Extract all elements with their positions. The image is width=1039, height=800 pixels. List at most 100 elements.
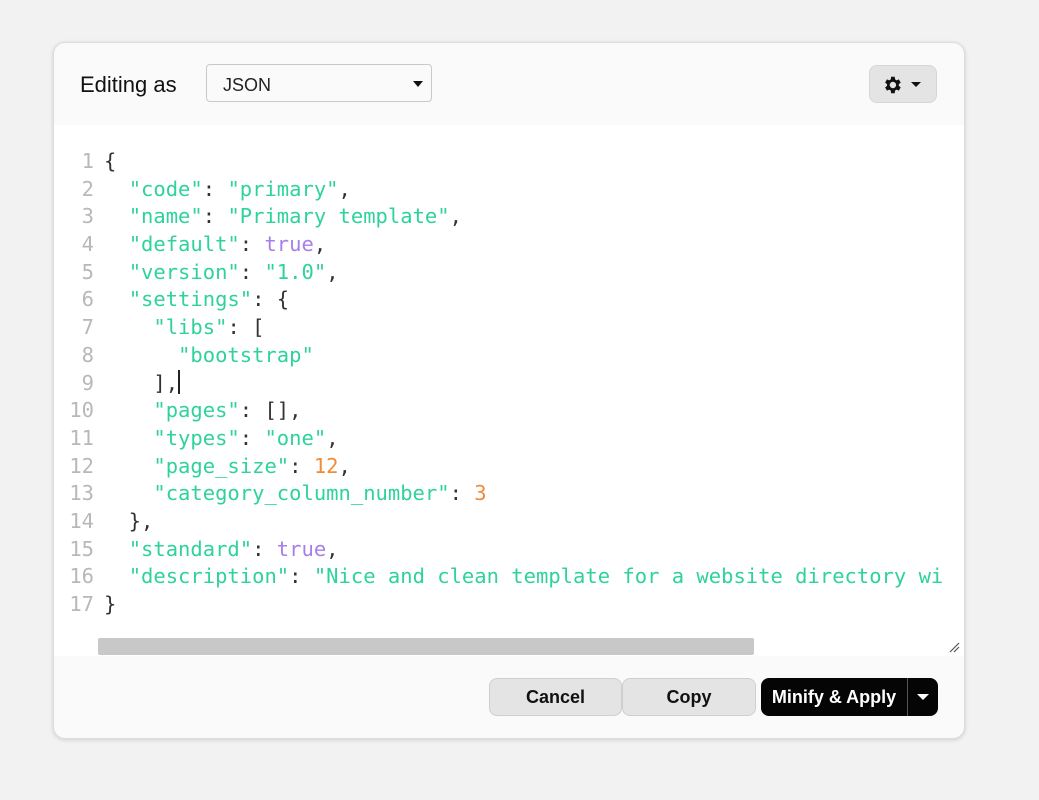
code-token: , bbox=[338, 453, 351, 478]
code-token: "1.0" bbox=[264, 259, 327, 284]
line-number: 4 bbox=[81, 232, 94, 257]
line-number: 17 bbox=[69, 592, 94, 616]
line-number: 12 bbox=[69, 453, 94, 478]
code-token: : bbox=[289, 564, 314, 589]
line-number: 15 bbox=[69, 536, 94, 561]
code-lines: 1{2 "code": "primary", 3 "name": "Primary… bbox=[54, 148, 943, 619]
code-token: "description" bbox=[128, 564, 290, 589]
code-token: "primary" bbox=[227, 176, 339, 201]
settings-dropdown-button[interactable] bbox=[869, 65, 937, 103]
caret-down-icon bbox=[917, 694, 929, 700]
code-token: ], bbox=[104, 370, 179, 395]
line-number: 5 bbox=[81, 259, 94, 284]
code-token: , bbox=[326, 425, 339, 450]
code-line[interactable]: 10 "pages": [], bbox=[54, 397, 943, 425]
code-line[interactable]: 17} bbox=[54, 591, 943, 619]
code-token: "standard" bbox=[128, 536, 253, 561]
code-token: "settings" bbox=[128, 287, 253, 312]
code-line[interactable]: 8 "bootstrap" bbox=[54, 342, 943, 370]
code-line[interactable]: 14 }, bbox=[54, 508, 943, 536]
code-token: "Primary template" bbox=[227, 204, 450, 229]
line-number: 6 bbox=[81, 287, 94, 312]
code-line[interactable]: 12 "page_size": 12, bbox=[54, 453, 943, 481]
code-token: "pages" bbox=[153, 398, 240, 423]
code-token: "libs" bbox=[153, 315, 228, 340]
code-token: "Nice and clean template for a website d… bbox=[313, 564, 944, 589]
copy-button[interactable]: Copy bbox=[622, 678, 756, 716]
code-token: { bbox=[104, 149, 117, 173]
line-number: 10 bbox=[69, 398, 94, 423]
code-token: "page_size" bbox=[153, 453, 290, 478]
code-line[interactable]: 4 "default": true, bbox=[54, 231, 943, 259]
format-select-value: JSON bbox=[223, 75, 272, 95]
code-token: 3 bbox=[474, 481, 487, 506]
code-token: : bbox=[252, 536, 277, 561]
code-line[interactable]: 7 "libs": [ bbox=[54, 314, 943, 342]
line-number: 16 bbox=[69, 564, 94, 589]
code-token: , bbox=[338, 176, 351, 201]
code-token: "code" bbox=[128, 176, 203, 201]
code-token: 12 bbox=[313, 453, 339, 478]
cancel-button[interactable]: Cancel bbox=[489, 678, 622, 716]
code-line[interactable]: 9 ], bbox=[54, 369, 943, 398]
dialog-footer: Cancel Copy Minify & Apply bbox=[54, 656, 964, 738]
code-token: : { bbox=[252, 287, 290, 312]
code-line[interactable]: 15 "standard": true, bbox=[54, 536, 943, 564]
code-line[interactable]: 16 "description": "Nice and clean templa… bbox=[54, 563, 943, 591]
code-editor[interactable]: 1{2 "code": "primary", 3 "name": "Primary… bbox=[54, 125, 964, 656]
line-number: 11 bbox=[69, 425, 94, 450]
code-token: } bbox=[104, 592, 117, 616]
chevron-down-icon bbox=[413, 81, 423, 87]
code-token: "bootstrap" bbox=[178, 342, 314, 367]
code-token: : bbox=[449, 481, 475, 506]
line-number: 3 bbox=[81, 204, 94, 229]
code-token: : bbox=[239, 259, 265, 284]
line-number: 7 bbox=[81, 315, 94, 340]
format-select[interactable]: JSON bbox=[206, 64, 432, 102]
code-line[interactable]: 6 "settings": { bbox=[54, 286, 943, 314]
caret-down-icon bbox=[911, 82, 921, 87]
code-token: , bbox=[449, 204, 462, 229]
text-cursor bbox=[178, 369, 180, 394]
code-line[interactable]: 11 "types": "one", bbox=[54, 425, 943, 453]
code-line[interactable]: 5 "version": "1.0", bbox=[54, 259, 943, 287]
code-token: : [ bbox=[227, 315, 265, 340]
code-token: true bbox=[276, 536, 327, 561]
resize-handle-icon[interactable] bbox=[948, 641, 960, 653]
editor-dialog: Editing as JSON 1{2 "code": "primary", 3 … bbox=[53, 42, 965, 739]
dialog-title: Editing as bbox=[80, 72, 177, 97]
gear-icon bbox=[885, 76, 901, 94]
horizontal-scrollbar-thumb[interactable] bbox=[98, 638, 754, 655]
code-token: , bbox=[326, 536, 339, 561]
code-token: "types" bbox=[153, 425, 240, 450]
code-token: : bbox=[289, 453, 314, 478]
code-line[interactable]: 13 "category_column_number": 3 bbox=[54, 480, 943, 508]
code-line[interactable]: 3 "name": "Primary template", bbox=[54, 203, 943, 231]
apply-options-dropdown[interactable] bbox=[907, 678, 938, 716]
code-token: "category_column_number" bbox=[153, 481, 450, 506]
code-token: "default" bbox=[128, 232, 240, 257]
code-token: : bbox=[202, 204, 228, 229]
code-line[interactable]: 2 "code": "primary", bbox=[54, 176, 943, 204]
line-number: 9 bbox=[81, 370, 94, 395]
code-token: "one" bbox=[264, 425, 327, 450]
line-number: 14 bbox=[69, 508, 94, 533]
minify-apply-button[interactable]: Minify & Apply bbox=[761, 678, 907, 716]
line-number: 13 bbox=[69, 481, 94, 506]
code-line[interactable]: 1{ bbox=[54, 148, 943, 176]
code-token: , bbox=[326, 259, 339, 284]
code-token: : [], bbox=[239, 398, 302, 423]
line-number: 1 bbox=[81, 149, 94, 173]
line-number: 8 bbox=[81, 342, 94, 367]
